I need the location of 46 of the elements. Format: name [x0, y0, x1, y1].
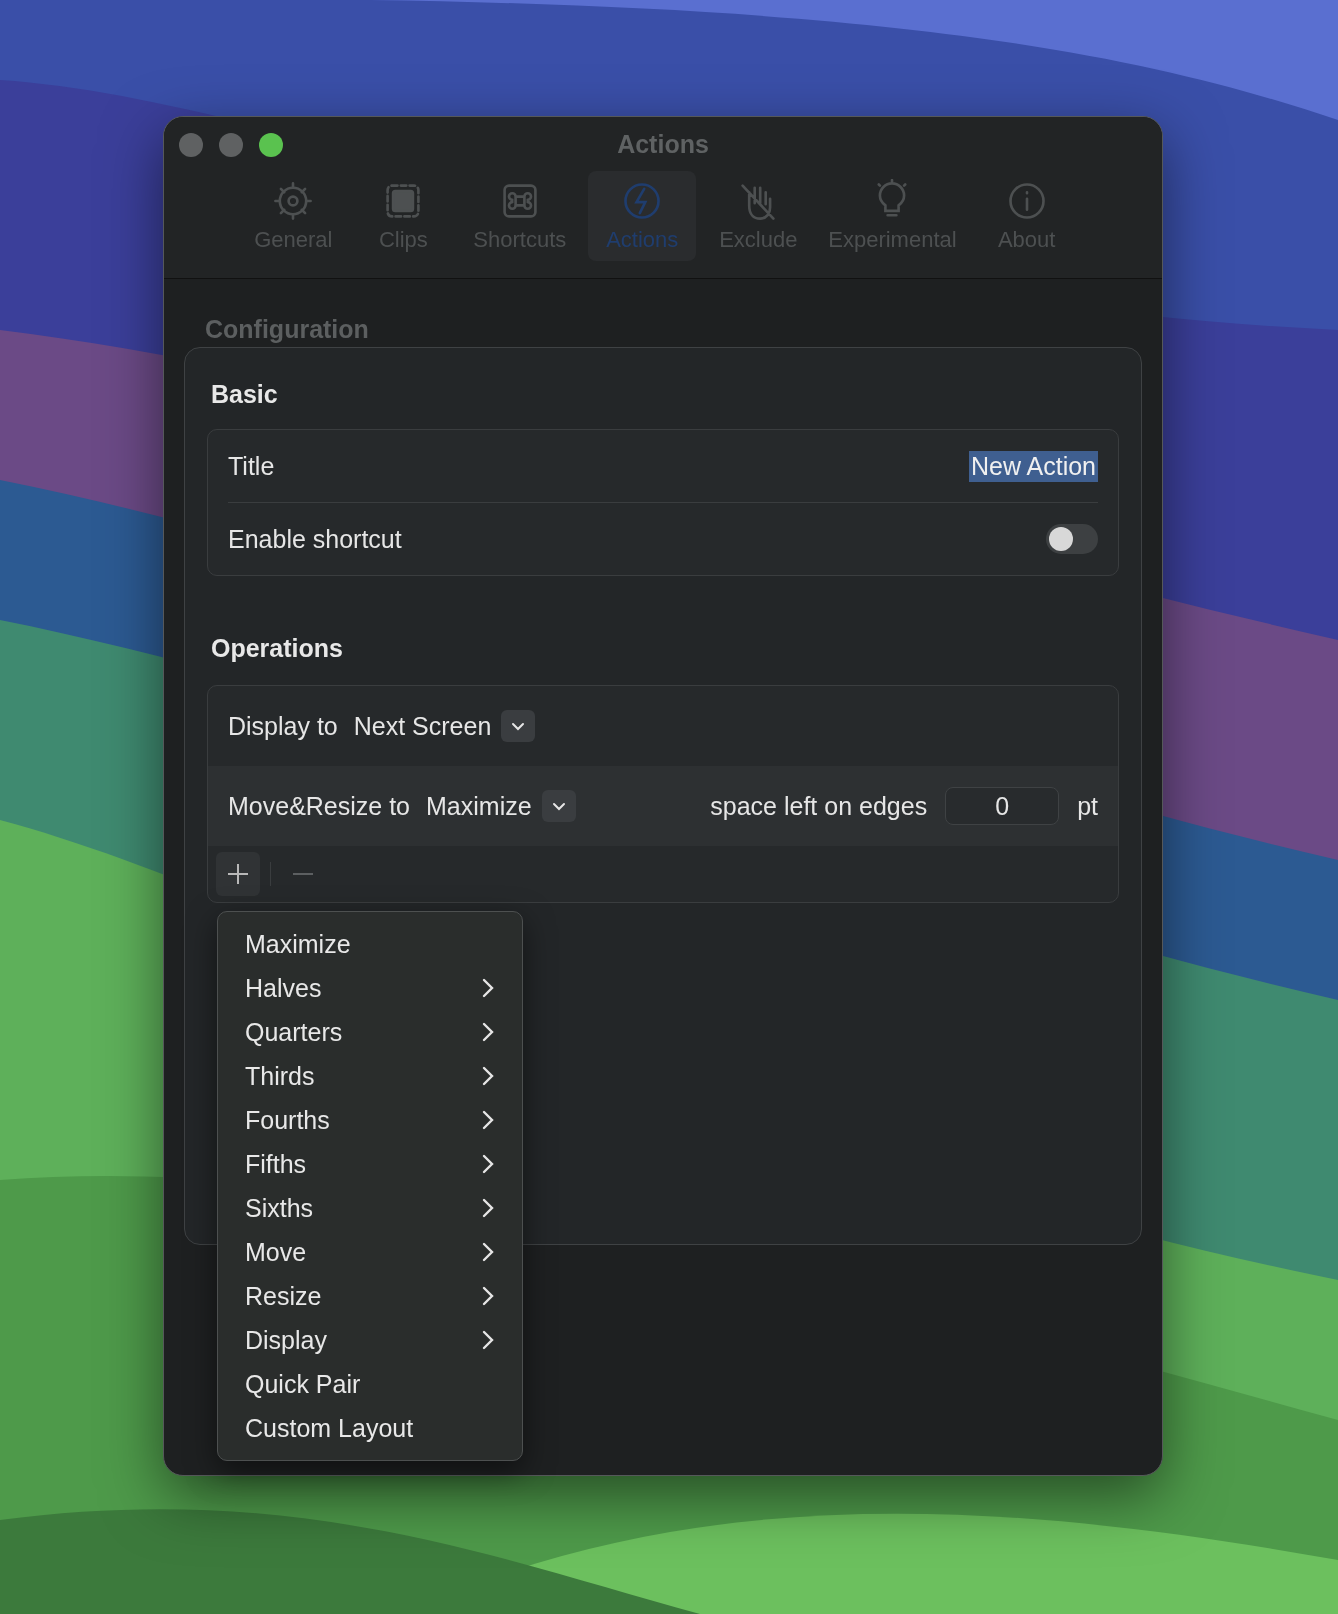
minimize-button[interactable]	[219, 133, 243, 157]
chevron-right-icon	[482, 1110, 494, 1130]
section-heading: Configuration	[204, 315, 370, 345]
menu-item[interactable]: Move	[218, 1230, 522, 1274]
menu-item[interactable]: Fifths	[218, 1142, 522, 1186]
menu-item[interactable]: Halves	[218, 966, 522, 1010]
close-button[interactable]	[179, 133, 203, 157]
zoom-button[interactable]	[259, 133, 283, 157]
popup-value[interactable]: Next Screen	[353, 711, 492, 741]
group-heading: Basic	[210, 380, 279, 409]
menu-item[interactable]: Custom Layout	[218, 1406, 522, 1450]
menu-item[interactable]: Quarters	[218, 1010, 522, 1054]
row-label: Title	[228, 451, 275, 481]
number-field[interactable]: 0	[945, 787, 1060, 825]
row-label: space left on edges	[710, 791, 928, 821]
chevron-right-icon	[482, 1330, 494, 1350]
unit-label: pt	[1077, 791, 1098, 821]
toggle-switch[interactable]	[1046, 524, 1098, 554]
chevron-down-icon[interactable]	[541, 790, 576, 822]
chevron-right-icon	[482, 1066, 494, 1086]
row-label: Move&Resize to	[228, 791, 411, 821]
menu-item[interactable]: Fourths	[218, 1098, 522, 1142]
group-heading: Operations	[210, 634, 344, 663]
plus-icon	[226, 862, 250, 886]
add-button[interactable]	[216, 852, 260, 896]
minus-icon	[293, 873, 313, 875]
chevron-right-icon	[482, 978, 494, 998]
popup-value[interactable]: Maximize	[426, 791, 532, 821]
menu-item[interactable]: Thirds	[218, 1054, 522, 1098]
window-title: Actions	[617, 130, 709, 159]
menu-item[interactable]: Display	[218, 1318, 522, 1362]
chevron-right-icon	[482, 1154, 494, 1174]
chevron-down-icon[interactable]	[501, 710, 536, 742]
menu-item[interactable]: Sixths	[218, 1186, 522, 1230]
chevron-right-icon	[482, 1198, 494, 1218]
chevron-right-icon	[482, 1022, 494, 1042]
title-field[interactable]: New Action	[968, 450, 1098, 482]
chevron-right-icon	[482, 1286, 494, 1306]
menu-item[interactable]: Quick Pair	[218, 1362, 522, 1406]
menu-item[interactable]: Maximize	[218, 922, 522, 966]
menu-item[interactable]: Resize	[218, 1274, 522, 1318]
chevron-right-icon	[482, 1242, 494, 1262]
row-label: Enable shortcut	[228, 524, 402, 554]
row-label: Display to	[228, 711, 338, 741]
operation-row[interactable]: Display to Next Screen	[208, 686, 1118, 766]
operation-row[interactable]: Move&Resize to Maximize space left on edges 0 pt	[208, 766, 1118, 846]
